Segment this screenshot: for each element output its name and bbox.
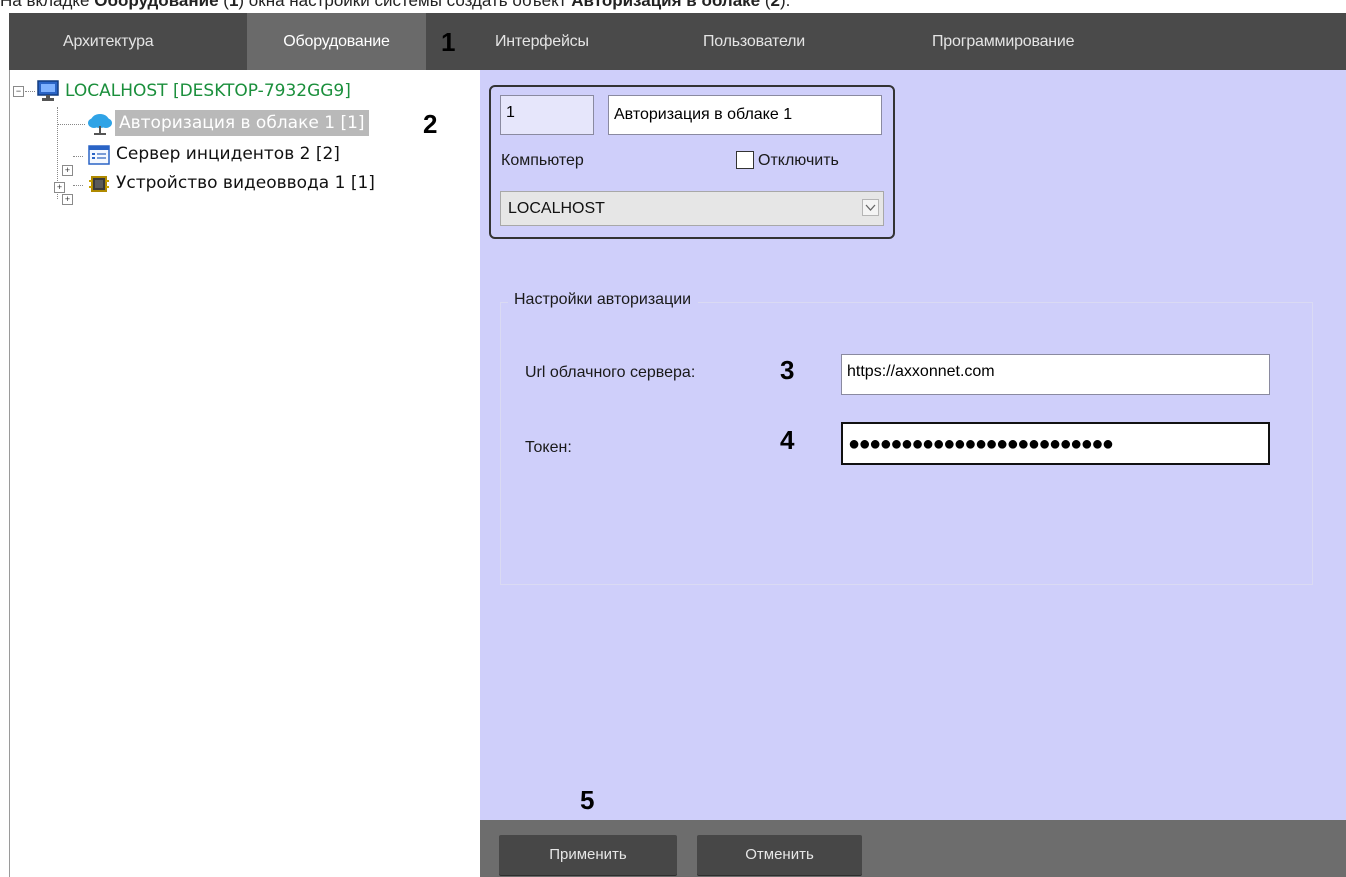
tree-connector (57, 124, 85, 125)
tab-programming[interactable]: Программирование (932, 13, 1075, 70)
caption-num: 2 (770, 0, 780, 10)
monitor-icon (37, 80, 59, 101)
callout-marker-1: 1 (441, 27, 456, 57)
callout-marker-3: 3 (780, 355, 795, 385)
object-tree: − LOCALHOST [DESKTOP-7932GG9] Авторизаци… (9, 70, 481, 877)
caption-prefix: На вкладке (0, 0, 95, 10)
settings-window: Архитектура Оборудование 1 Интерфейсы По… (9, 13, 1346, 877)
tab-users[interactable]: Пользователи (703, 13, 805, 70)
cancel-button[interactable]: Отменить (697, 835, 862, 875)
caption-text: ( (218, 0, 229, 10)
tab-interfaces[interactable]: Интерфейсы (495, 13, 589, 70)
caption-text: ) окна настройки системы создать объект (238, 0, 572, 10)
object-id-input[interactable]: 1 (500, 95, 594, 135)
cloud-icon (88, 114, 112, 135)
tree-connector (73, 156, 83, 157)
disable-checkbox[interactable] (736, 151, 754, 169)
object-identity-box: 1 Авторизация в облаке 1 Компьютер Отклю… (489, 85, 895, 239)
caption-bold-object: Авторизация в облаке (571, 0, 761, 10)
callout-marker-4: 4 (780, 425, 795, 455)
bottom-action-bar: Применить Отменить (480, 820, 1346, 877)
computer-select[interactable]: LOCALHOST (500, 191, 884, 226)
server-icon (88, 145, 110, 165)
tree-item-incident-server[interactable]: Сервер инцидентов 2 [2] (116, 141, 340, 167)
disable-label: Отключить (758, 152, 839, 169)
tree-item-video-device[interactable]: Устройство видеоввода 1 [1] (116, 170, 375, 196)
tab-hardware[interactable]: Оборудование (247, 13, 426, 70)
tree-connector (73, 185, 83, 186)
apply-button[interactable]: Применить (499, 835, 677, 875)
computer-label: Компьютер (501, 152, 584, 169)
object-name-input[interactable]: Авторизация в облаке 1 (608, 95, 882, 135)
instruction-caption: На вкладке Оборудование (1) окна настрой… (0, 0, 1346, 13)
settings-panel: 1 Авторизация в облаке 1 Компьютер Отклю… (480, 70, 1346, 820)
token-input[interactable]: ●●●●●●●●●●●●●●●●●●●●●●●●● (841, 422, 1270, 465)
chip-icon (89, 176, 109, 192)
collapse-toggle[interactable]: − (13, 86, 24, 97)
auth-settings-title: Настройки авторизации (508, 285, 699, 315)
expand-toggle[interactable]: + (54, 182, 65, 193)
callout-marker-2: 2 (423, 109, 438, 139)
tree-root-label[interactable]: LOCALHOST [DESKTOP-7932GG9] (65, 78, 351, 104)
computer-select-value: LOCALHOST (508, 200, 605, 217)
tree-item-cloud-auth[interactable]: Авторизация в облаке 1 [1] (115, 110, 369, 136)
expand-toggle-video[interactable]: + (62, 194, 73, 205)
expand-toggle-incident[interactable]: + (62, 165, 73, 176)
callout-marker-5: 5 (580, 785, 595, 815)
chevron-down-icon[interactable] (862, 199, 879, 216)
caption-text: ). (779, 0, 791, 10)
tab-architecture[interactable]: Архитектура (63, 13, 154, 70)
tree-connector (25, 91, 35, 92)
caption-text: ( (760, 0, 771, 10)
cloud-url-input[interactable]: https://axxonnet.com (841, 354, 1270, 395)
url-label: Url облачного сервера: (525, 364, 696, 381)
caption-bold-tab: Оборудование (94, 0, 219, 10)
caption-num: 1 (228, 0, 239, 10)
tab-bar: Архитектура Оборудование 1 Интерфейсы По… (9, 13, 1346, 70)
token-label: Токен: (525, 439, 572, 456)
